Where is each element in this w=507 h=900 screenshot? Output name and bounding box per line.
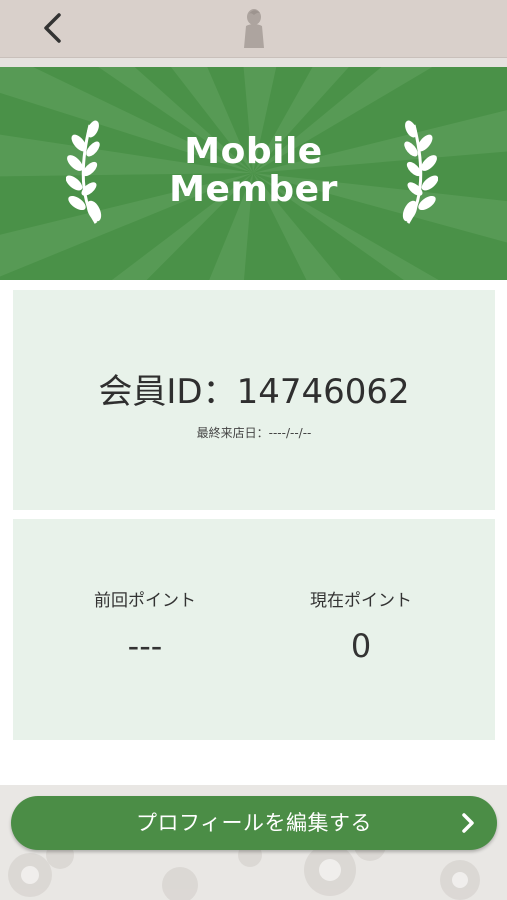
last-visit-label: 最終来店日：	[196, 426, 269, 440]
last-visit-date: 最終来店日：----/--/--	[13, 424, 495, 441]
current-points: 現在ポイント 0	[261, 589, 461, 665]
current-points-label: 現在ポイント	[310, 591, 412, 611]
banner-title-line1: Mobile	[184, 131, 323, 172]
points-card: 前回ポイント --- 現在ポイント 0	[13, 519, 495, 740]
previous-points-value: ---	[127, 627, 163, 665]
header-divider	[0, 58, 507, 67]
chevron-left-icon	[44, 13, 61, 43]
mobile-member-banner: Mobile Member	[0, 67, 507, 280]
edit-profile-label: プロフィールを編集する	[135, 811, 373, 835]
chevron-right-icon	[462, 813, 474, 833]
banner-title-line2: Member	[169, 169, 338, 210]
member-id: 会員ID：14746062	[13, 373, 495, 411]
last-visit-value: ----/--/--	[268, 426, 312, 440]
banner-title: Mobile Member	[0, 133, 507, 209]
logo-figure-icon	[244, 9, 264, 48]
current-points-value: 0	[350, 627, 372, 665]
member-id-value: 14746062	[236, 372, 410, 412]
previous-points-label: 前回ポイント	[94, 591, 196, 611]
previous-points: 前回ポイント ---	[45, 589, 245, 665]
member-id-card: 会員ID：14746062 最終来店日：----/--/--	[13, 290, 495, 510]
back-button[interactable]	[30, 8, 74, 48]
top-navigation-bar	[0, 0, 507, 58]
edit-profile-button[interactable]: プロフィールを編集する	[11, 796, 497, 850]
member-id-label: 会員ID：	[98, 372, 237, 412]
